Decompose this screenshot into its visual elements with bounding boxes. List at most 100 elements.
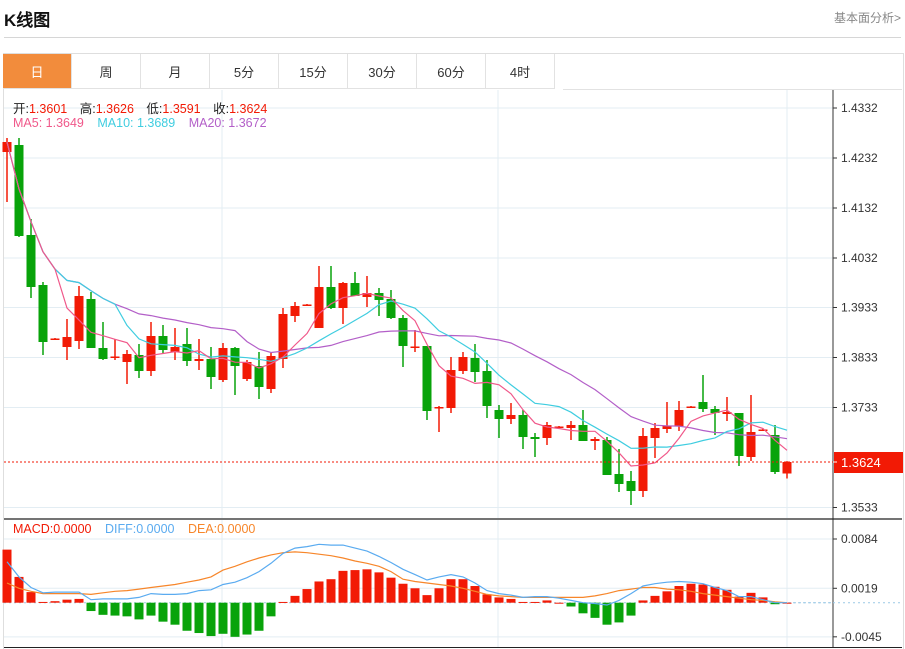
candlestick (62, 319, 72, 360)
candlestick (206, 347, 216, 389)
price-tick-label: 1.3933 (841, 301, 878, 315)
macd-bar (254, 602, 264, 631)
candlestick (170, 328, 180, 360)
candlestick (530, 433, 540, 457)
last-price-label: 1.3624 (841, 455, 881, 470)
candle-body (482, 371, 492, 406)
macd-bar (86, 602, 96, 612)
candle-body (326, 287, 336, 308)
macd-bar (590, 602, 600, 618)
macd-bar (362, 569, 372, 603)
ma10-value: MA10: 1.3689 (97, 116, 176, 130)
price-tick-label: 1.3733 (841, 401, 878, 415)
candle-body (350, 283, 360, 296)
macd-bar (626, 602, 636, 616)
candle-body (638, 436, 648, 491)
candlestick (482, 360, 492, 418)
macd-value: MACD:0.0000 (13, 522, 92, 536)
macd-bar (74, 598, 84, 603)
macd-bar (518, 601, 528, 603)
macd-bar (302, 589, 312, 603)
candle-body (518, 415, 528, 437)
macd-bar (662, 591, 672, 603)
macd-bar (470, 586, 480, 603)
macd-bar (266, 602, 276, 617)
candle-body (158, 336, 168, 350)
candle-body (686, 406, 696, 408)
candle-body (626, 481, 636, 491)
price-tick-label: 1.4332 (841, 101, 878, 115)
macd-bar (578, 602, 588, 614)
candle-body (434, 407, 444, 409)
candle-body (494, 410, 504, 419)
candlestick (746, 395, 756, 461)
candlestick (422, 346, 432, 420)
open-label: 开: (13, 102, 29, 116)
ma20-line (6, 141, 788, 440)
candlestick (410, 330, 420, 352)
candle-body (614, 474, 624, 484)
macd-bar (446, 579, 456, 603)
candlestick (662, 402, 672, 433)
macd-bar (674, 586, 684, 603)
candlestick (86, 292, 96, 348)
macd-bar (386, 577, 396, 603)
candlestick (710, 406, 720, 435)
macd-bar (638, 600, 648, 603)
candle-body (650, 428, 660, 438)
price-tick-label: 1.4232 (841, 151, 878, 165)
macd-legend: MACD:0.0000 DIFF:0.0000 DEA:0.0000 (13, 522, 255, 536)
macd-bar (374, 572, 384, 603)
macd-bar (566, 602, 576, 607)
candlestick (602, 437, 612, 475)
macd-bar (686, 583, 696, 603)
price-tick-label: 1.4132 (841, 201, 878, 215)
macd-bar (158, 602, 168, 622)
ohlc-legend: 开:1.3601 高:1.3626 低:1.3591 收:1.3624 (13, 98, 267, 117)
candle-body (122, 354, 132, 362)
macd-bar (218, 602, 228, 634)
macd-tick-label: 0.0084 (841, 532, 878, 546)
ma5-line (6, 141, 788, 467)
candlestick (722, 397, 732, 421)
candlestick (386, 290, 396, 319)
candlestick (434, 406, 444, 432)
candlestick (302, 304, 312, 306)
candle-body (782, 462, 792, 474)
macd-bar (2, 549, 12, 603)
candle-body (146, 336, 156, 371)
candlestick (374, 288, 384, 316)
macd-bar (170, 602, 180, 625)
candle-body (578, 425, 588, 441)
macd-bar (350, 570, 360, 603)
candle-body (698, 402, 708, 409)
candle-body (254, 366, 264, 387)
price-tick-label: 1.3833 (841, 351, 878, 365)
low-value: 1.3591 (162, 102, 201, 116)
candle-body (314, 287, 324, 328)
candle-body (206, 359, 216, 377)
candlestick (590, 437, 600, 450)
close-value: 1.3624 (229, 102, 268, 116)
macd-bar (506, 598, 516, 603)
high-value: 1.3626 (95, 102, 134, 116)
candlestick (50, 338, 60, 340)
macd-bar (542, 600, 552, 603)
candle-body (50, 338, 60, 340)
candlestick (38, 282, 48, 355)
candlestick (350, 272, 360, 296)
macd-bar (410, 588, 420, 603)
candlestick (158, 325, 168, 354)
macd-tick-label: 0.0019 (841, 581, 878, 595)
candle-body (590, 439, 600, 441)
macd-bar (326, 579, 336, 603)
candle-body (278, 314, 288, 359)
candle-body (62, 337, 72, 347)
candle-body (506, 415, 516, 419)
candlestick (494, 405, 504, 438)
macd-bar (434, 588, 444, 603)
candle-body (194, 359, 204, 361)
candlestick (122, 350, 132, 384)
macd-bar (422, 595, 432, 603)
macd-bar (614, 602, 624, 623)
